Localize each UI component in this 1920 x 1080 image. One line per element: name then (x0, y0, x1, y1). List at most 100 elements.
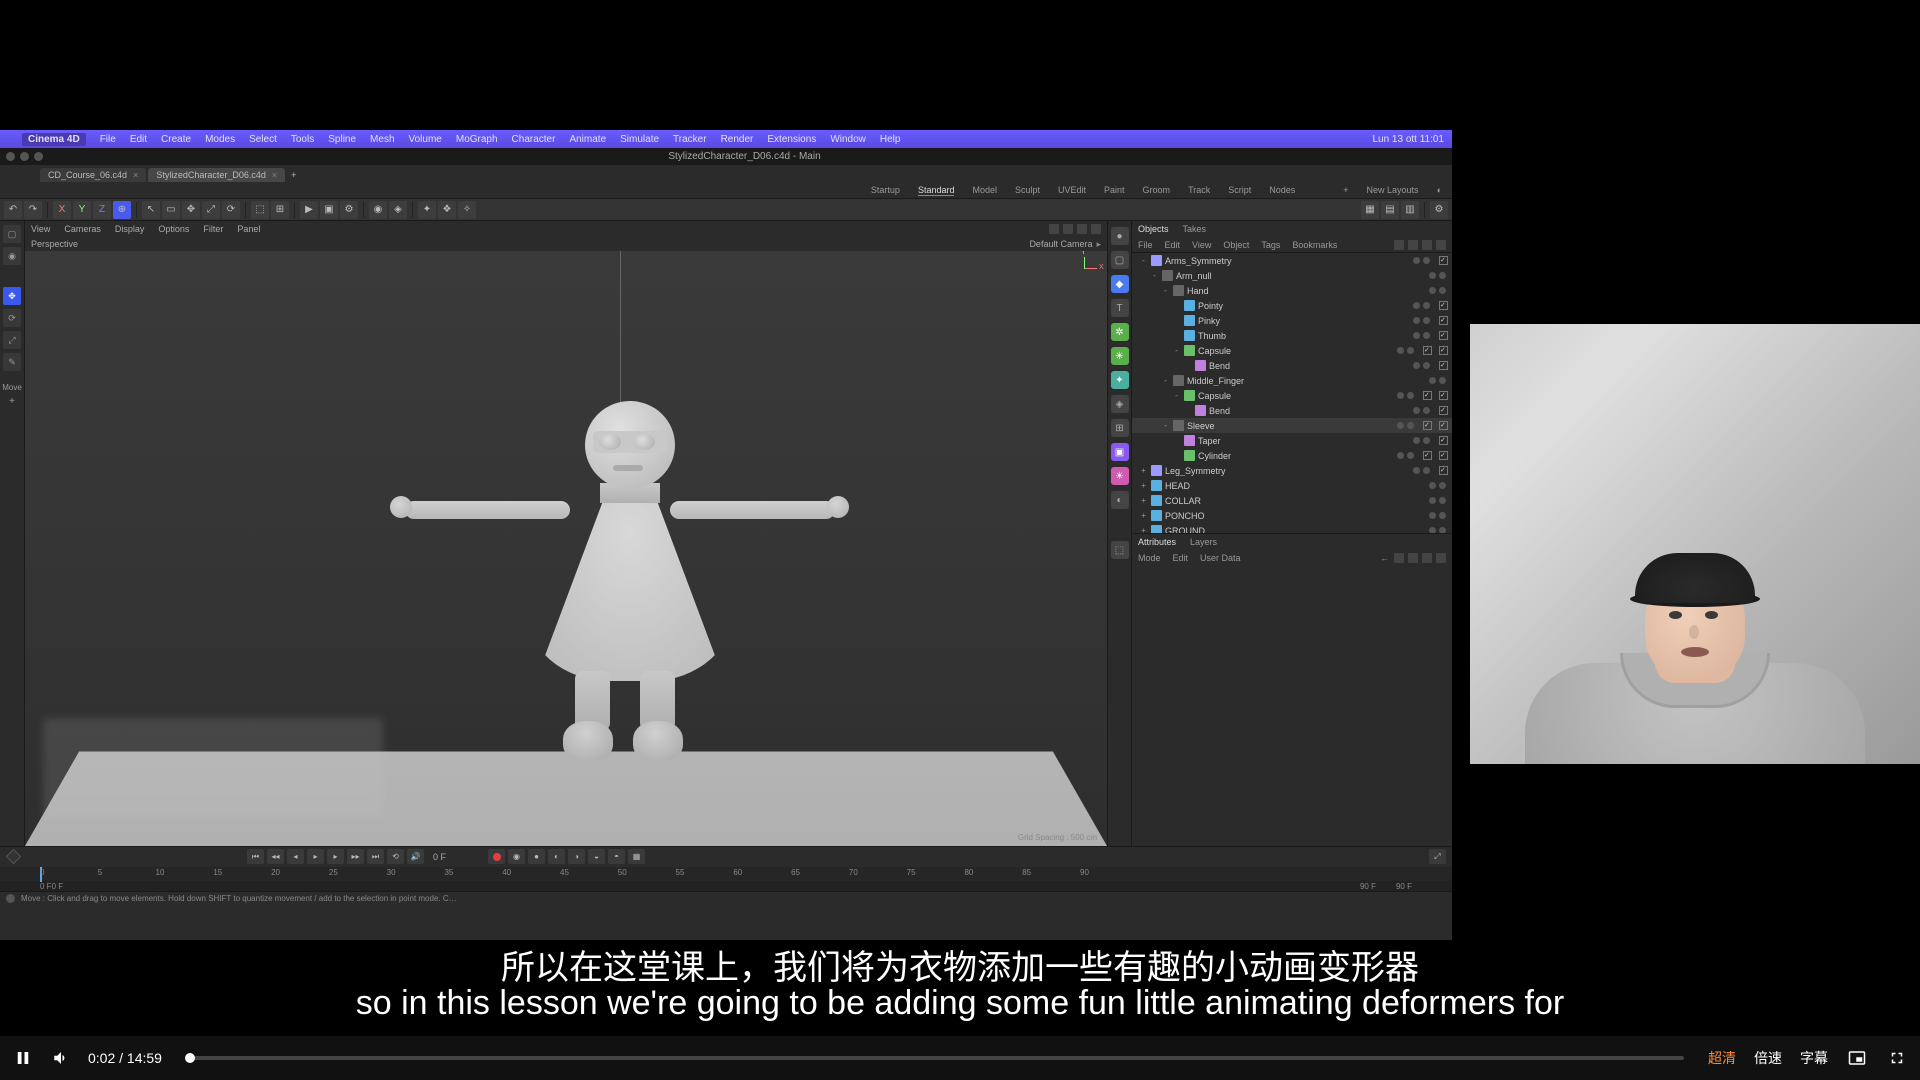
placement-tool-icon[interactable]: ⬚ (251, 201, 269, 219)
render-queue-icon[interactable]: ▤ (1381, 201, 1399, 219)
visibility-dots[interactable] (1413, 467, 1430, 474)
axis-z-button[interactable]: Z (93, 201, 111, 219)
menu-file[interactable]: File (100, 134, 116, 145)
tree-row[interactable]: + HEAD (1132, 478, 1452, 493)
object-name[interactable]: Middle_Finger (1187, 376, 1426, 386)
key-pos-icon[interactable]: ● (528, 849, 545, 864)
object-name[interactable]: Bend (1209, 361, 1410, 371)
layout-groom[interactable]: Groom (1143, 185, 1171, 195)
expand-icon[interactable]: + (1139, 496, 1148, 505)
vp-icon[interactable] (1091, 224, 1101, 234)
palette-primitive-icon[interactable]: ◆ (1111, 275, 1129, 293)
select-tool-icon[interactable]: ▭ (162, 201, 180, 219)
menu-animate[interactable]: Animate (569, 134, 606, 145)
key-scale-icon[interactable]: ◑ (568, 849, 585, 864)
key-mode-icon[interactable]: ▦ (628, 849, 645, 864)
enable-checkbox[interactable] (1439, 316, 1448, 325)
new-tab-button[interactable]: + (287, 168, 300, 182)
layout-track[interactable]: Track (1188, 185, 1210, 195)
rotate-tool-icon[interactable]: ⟳ (3, 309, 21, 327)
visibility-dots[interactable] (1397, 422, 1414, 429)
object-name[interactable]: Bend (1209, 406, 1410, 416)
expand-icon[interactable]: - (1139, 256, 1148, 265)
tree-row[interactable]: Pinky (1132, 313, 1452, 328)
object-mode-icon[interactable]: ◉ (3, 247, 21, 265)
expand-icon[interactable]: - (1150, 271, 1159, 280)
visibility-dots[interactable] (1413, 302, 1430, 309)
obj-menu-object[interactable]: Object (1223, 240, 1249, 250)
obj-menu-bookmarks[interactable]: Bookmarks (1292, 240, 1337, 250)
menu-character[interactable]: Character (512, 134, 556, 145)
expand-icon[interactable]: - (1172, 391, 1181, 400)
visibility-dots[interactable] (1397, 452, 1414, 459)
next-key-icon[interactable]: ▸▸ (347, 849, 364, 864)
tree-row[interactable]: -Capsule (1132, 388, 1452, 403)
layout-nodes[interactable]: Nodes (1269, 185, 1295, 195)
key-rot-icon[interactable]: ◐ (548, 849, 565, 864)
object-tree[interactable]: -Arms_Symmetry-Arm_null-HandPointyPinkyT… (1132, 253, 1452, 533)
object-name[interactable]: Sleeve (1187, 421, 1394, 431)
expand-icon[interactable]: + (1139, 481, 1148, 490)
visibility-dots[interactable] (1429, 377, 1446, 384)
enable-checkbox[interactable] (1439, 466, 1448, 475)
menu-mesh[interactable]: Mesh (370, 134, 394, 145)
visibility-dots[interactable] (1429, 272, 1446, 279)
palette-camera-icon[interactable]: ▣ (1111, 443, 1129, 461)
visibility-dots[interactable] (1413, 257, 1430, 264)
doc-tab-1[interactable]: CD_Course_06.c4d× (40, 168, 146, 182)
quality-button[interactable]: 超清 (1708, 1048, 1736, 1068)
palette-sphere-icon[interactable]: ● (1111, 227, 1129, 245)
attr-menu-mode[interactable]: Mode (1138, 553, 1161, 563)
tree-row[interactable]: -Capsule (1132, 343, 1452, 358)
scale-tool-icon[interactable]: ⤢ (202, 201, 220, 219)
move-tool-icon[interactable]: ✥ (3, 287, 21, 305)
layout-script[interactable]: Script (1228, 185, 1251, 195)
panel-icon[interactable] (1394, 240, 1404, 250)
object-name[interactable]: GROUND (1165, 526, 1426, 534)
layout-new[interactable]: New Layouts (1367, 185, 1419, 195)
macos-menubar[interactable]: Cinema 4D File Edit Create Modes Select … (0, 130, 1452, 148)
brush-tool-icon[interactable]: ✎ (3, 353, 21, 371)
tree-row[interactable]: -Sleeve (1132, 418, 1452, 433)
expand-icon[interactable]: - (1161, 376, 1170, 385)
tree-row[interactable]: Bend (1132, 358, 1452, 373)
object-name[interactable]: HEAD (1165, 481, 1426, 491)
back-icon[interactable]: ← (1380, 553, 1390, 563)
menu-tracker[interactable]: Tracker (673, 134, 707, 145)
settings-icon[interactable]: ⚙ (1430, 201, 1448, 219)
tab-attributes[interactable]: Attributes (1138, 537, 1176, 547)
expand-icon[interactable]: - (1161, 286, 1170, 295)
panel-icon[interactable] (1394, 553, 1404, 563)
menu-spline[interactable]: Spline (328, 134, 356, 145)
attr-menu-edit[interactable]: Edit (1173, 553, 1189, 563)
object-name[interactable]: Arms_Symmetry (1165, 256, 1410, 266)
tree-row[interactable]: -Hand (1132, 283, 1452, 298)
fullscreen-button[interactable] (1886, 1047, 1908, 1069)
enable-checkbox[interactable] (1423, 391, 1432, 400)
rotate-tool-icon[interactable]: ⟳ (222, 201, 240, 219)
next-frame-icon[interactable]: ▸ (327, 849, 344, 864)
visibility-dots[interactable] (1413, 437, 1430, 444)
layout-uvedit[interactable]: UVEdit (1058, 185, 1086, 195)
tag-icon[interactable] (1439, 421, 1448, 430)
menu-mograph[interactable]: MoGraph (456, 134, 498, 145)
menu-modes[interactable]: Modes (205, 134, 235, 145)
goto-end-icon[interactable]: ⏭ (367, 849, 384, 864)
axis-y-button[interactable]: Y (73, 201, 91, 219)
vp-icon[interactable] (1063, 224, 1073, 234)
expand-icon[interactable]: - (1172, 346, 1181, 355)
expand-icon[interactable]: + (1139, 511, 1148, 520)
prev-key-icon[interactable]: ◂◂ (267, 849, 284, 864)
tree-row[interactable]: +GROUND (1132, 523, 1452, 533)
enable-checkbox[interactable] (1439, 256, 1448, 265)
volume-button[interactable] (50, 1047, 72, 1069)
pause-button[interactable] (12, 1047, 34, 1069)
palette-field-icon[interactable]: ✦ (1111, 371, 1129, 389)
loop-icon[interactable]: ⟲ (387, 849, 404, 864)
snap-enable-icon[interactable]: ◉ (369, 201, 387, 219)
goto-start-icon[interactable]: ⏮ (247, 849, 264, 864)
tree-row[interactable]: Taper (1132, 433, 1452, 448)
close-icon[interactable]: × (133, 170, 138, 180)
doc-tab-2[interactable]: StylizedCharacter_D06.c4d× (148, 168, 285, 182)
palette-mograph-icon[interactable]: ✳ (1111, 347, 1129, 365)
